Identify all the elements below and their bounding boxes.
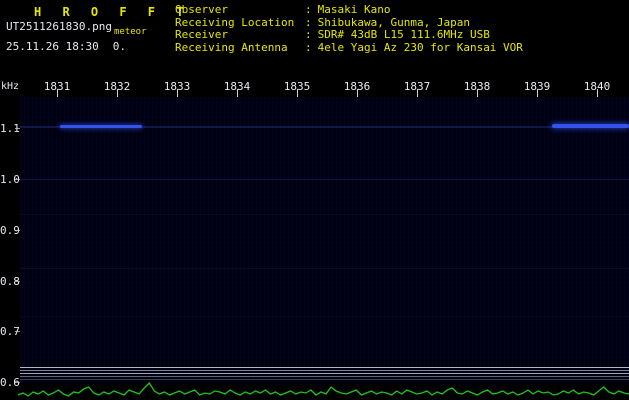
time-tick: [357, 89, 358, 97]
info-label: Observer: [175, 3, 228, 16]
time-tick: [417, 89, 418, 97]
datetime-label: 25.11.26 18:30: [6, 40, 99, 53]
time-tick: [477, 89, 478, 97]
app-title: H R O F F T: [34, 5, 191, 19]
signal-meter-line: [20, 370, 629, 371]
signal-meter-line: [20, 367, 629, 368]
freq-axis-label: 0.8: [0, 275, 20, 288]
signal-meter-line: [20, 379, 629, 380]
meteor-echo-right: [552, 124, 629, 128]
info-label: Receiving Antenna: [175, 40, 288, 54]
mode-label: meteor: [114, 27, 147, 37]
info-value: Masaki Kano: [317, 3, 391, 16]
freq-unit-label: kHz: [1, 81, 20, 92]
signal-meter-line: [20, 373, 629, 374]
info-row-antenna: Receiving Antenna:4ele Yagi Az 230 for K…: [175, 40, 523, 55]
time-tick: [297, 89, 298, 97]
time-tick: [177, 89, 178, 97]
hrofft-screen: H R O F F T UT2511261830.png meteor 25.1…: [0, 0, 629, 400]
freq-axis-label: 0.7: [0, 325, 20, 338]
time-tick: [537, 89, 538, 97]
info-value: SDR# 43dB L15 111.6MHz USB: [317, 28, 490, 41]
meteor-echo-left: [60, 125, 142, 128]
time-tick: [117, 89, 118, 97]
time-tick: [237, 89, 238, 97]
filename-label: UT2511261830.png: [6, 20, 112, 33]
freq-axis-label: 0.9: [0, 224, 20, 237]
info-label: Receiver: [175, 28, 228, 41]
info-colon: :: [305, 15, 312, 29]
freq-axis-label: 1.0: [0, 173, 20, 186]
freq-axis-label: 1.1: [0, 122, 20, 135]
info-colon: :: [305, 28, 312, 41]
info-colon: :: [305, 3, 312, 16]
info-value: Shibukawa, Gunma, Japan: [317, 15, 470, 29]
echo-count: 0.: [112, 40, 126, 53]
baseline-faint-b: [20, 268, 629, 269]
info-colon: :: [305, 40, 312, 54]
time-tick: [57, 89, 58, 97]
datetime-line: 25.11.26 18:30 0.: [6, 40, 126, 53]
noise-trace: [18, 382, 629, 397]
time-tick: [597, 89, 598, 97]
signal-meter-line: [20, 376, 629, 377]
info-value: 4ele Yagi Az 230 for Kansai VOR: [317, 40, 523, 54]
header-info: Observer: Masaki Kano Receiving Location:…: [175, 3, 523, 55]
freq-axis-label: 0.6: [0, 376, 20, 389]
spectrogram-canvas: [20, 97, 629, 383]
baseline-faint-c: [20, 316, 629, 317]
baseline-faint-a: [20, 214, 629, 215]
baseline-1_0khz: [20, 179, 629, 180]
